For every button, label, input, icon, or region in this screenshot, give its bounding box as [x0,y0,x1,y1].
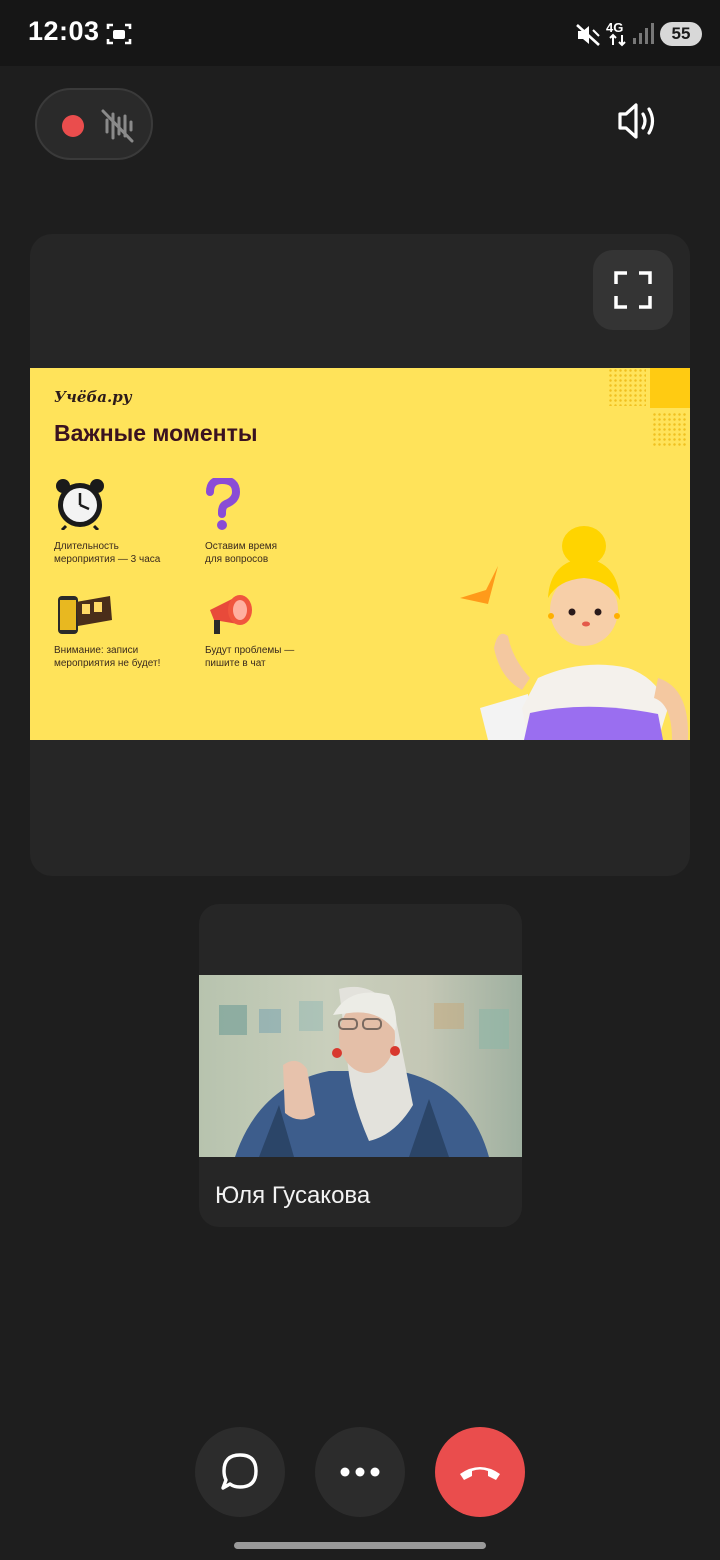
slide-item-text: Длительность мероприятия — 3 часа [54,541,161,565]
presentation-slide: Учёба.ру Важные моменты Длительность мер… [30,368,690,740]
participant-video-frame [219,986,509,1157]
data-arrows-icon [609,33,626,47]
chat-button[interactable] [195,1427,285,1517]
question-mark-icon [206,478,240,530]
slide-decoration [652,412,688,448]
film-roll-icon [58,596,112,634]
megaphone-icon [210,595,252,634]
slide-decoration [650,368,690,408]
vibrate-mute-icon [576,24,600,46]
chat-bubble-icon [221,1453,258,1490]
slide-item-text: Внимание: записи мероприятия не будет! [54,645,161,669]
slide-decoration [608,368,646,406]
mascot-illustration [460,526,689,740]
hang-up-icon [460,1467,500,1480]
signal-strength-icon [633,23,654,44]
speaker-icon[interactable] [612,100,660,142]
microphone-off-icon[interactable] [99,108,135,144]
fullscreen-button[interactable] [593,250,673,330]
screen-share-tile[interactable]: Учёба.ру Важные моменты Длительность мер… [30,234,690,876]
participant-tile[interactable]: Юля Гусакова [199,904,522,1227]
status-bar: 12:03 4G 55 [0,0,720,66]
slide-item-text: Будут проблемы — пишите в чат [205,645,295,669]
slide-item-text: Оставим время для вопросов [205,541,278,565]
participant-name: Юля Гусакова [215,1182,371,1209]
recording-mic-pill[interactable] [35,88,153,160]
home-indicator[interactable] [234,1542,486,1549]
recording-dot-icon [62,115,84,137]
more-options-button[interactable] [315,1427,405,1517]
alarm-clock-icon [56,479,104,530]
slide-logo: Учёба.ру [54,388,132,406]
end-call-button[interactable] [435,1427,525,1517]
participant-video [199,975,522,1157]
more-dots-icon [340,1467,380,1477]
status-time: 12:03 [28,16,100,46]
battery-indicator: 55 [660,22,702,46]
screenshot-icon [106,23,132,45]
slide-title: Важные моменты [54,420,258,446]
video-call-screen: 12:03 4G 55 Учёба.ру Важные моменты Длит… [0,0,720,1560]
fullscreen-icon [614,271,652,309]
battery-level: 55 [671,24,691,43]
